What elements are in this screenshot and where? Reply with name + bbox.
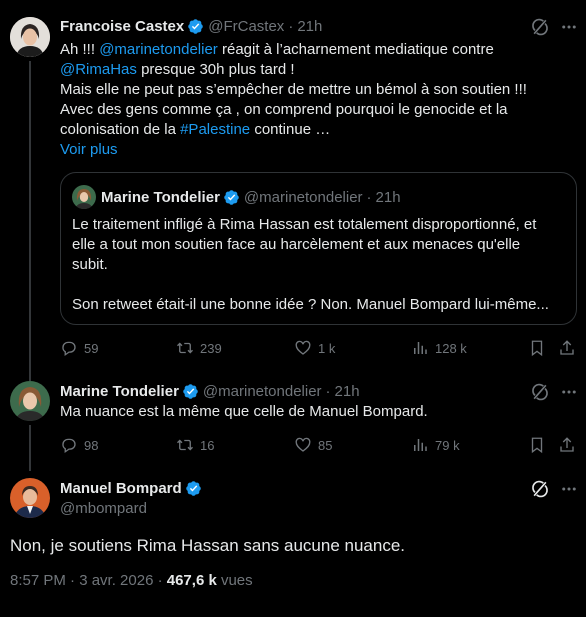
mention-link[interactable]: @RimaHas bbox=[60, 61, 137, 78]
reply-button[interactable]: 59 bbox=[60, 339, 98, 357]
quote-line: subit. bbox=[72, 256, 108, 273]
text: réagit à l’acharnement mediatique contre bbox=[217, 41, 494, 58]
separator-dot: · bbox=[325, 382, 331, 400]
author-handle[interactable]: @mbompard bbox=[60, 500, 147, 517]
text: presque 30h plus tard ! bbox=[136, 61, 295, 78]
grok-icon[interactable] bbox=[530, 479, 550, 499]
author-name[interactable]: Marine Tondelier bbox=[60, 383, 179, 400]
tweet1-line: colonisation de la #Palestine continue … bbox=[60, 120, 580, 140]
tweet-date[interactable]: 8:57 PM · 3 avr. 2026 · bbox=[10, 572, 167, 589]
quote-author-handle: @marinetondelier bbox=[243, 188, 363, 206]
verified-icon bbox=[224, 189, 239, 205]
avatar-image bbox=[10, 381, 50, 421]
grok-icon[interactable] bbox=[530, 17, 550, 37]
tweet1-header: Francoise Castex @FrCastex · 21h bbox=[60, 16, 322, 36]
like-icon bbox=[295, 437, 311, 452]
tweet2-header: Marine Tondelier @marinetondelier · 21h bbox=[60, 381, 360, 401]
views-button[interactable]: 79 k bbox=[411, 436, 460, 454]
retweet-icon bbox=[177, 342, 193, 354]
reply-icon bbox=[62, 438, 76, 454]
see-more-link[interactable]: Voir plus bbox=[60, 140, 580, 160]
text: Ah !!! bbox=[60, 41, 100, 58]
quoted-tweet[interactable]: Marine Tondelier @marinetondelier · 21h … bbox=[60, 172, 577, 325]
author-name[interactable]: Francoise Castex bbox=[60, 18, 184, 35]
tweet1-line: @RimaHas presque 30h plus tard ! bbox=[60, 60, 580, 80]
tweet1-line: Avec des gens comme ça , on comprend pou… bbox=[60, 101, 508, 118]
author-handle[interactable]: @marinetondelier bbox=[203, 383, 322, 400]
author-name[interactable]: Manuel Bompard bbox=[60, 480, 182, 497]
quote-body: Le traitement infligé à Rima Hassan est … bbox=[72, 215, 572, 315]
avatar-manuel-bompard[interactable] bbox=[10, 478, 50, 518]
bookmark-icon[interactable] bbox=[528, 339, 546, 357]
views-icon bbox=[414, 342, 427, 354]
tweet-time[interactable]: 21h bbox=[335, 383, 360, 400]
like-button[interactable]: 85 bbox=[294, 436, 332, 454]
grok-icon[interactable] bbox=[530, 382, 550, 402]
views-button[interactable]: 128 k bbox=[411, 339, 467, 357]
retweet-button[interactable]: 239 bbox=[176, 339, 222, 357]
avatar-image bbox=[10, 17, 50, 57]
avatar-marine-tondelier[interactable] bbox=[10, 381, 50, 421]
avatar-francoise-castex[interactable] bbox=[10, 17, 50, 57]
like-icon bbox=[295, 340, 311, 355]
like-count: 85 bbox=[318, 437, 333, 453]
retweet-count: 239 bbox=[200, 340, 222, 356]
bookmark-icon[interactable] bbox=[528, 436, 546, 454]
verified-icon bbox=[188, 18, 203, 34]
retweet-button[interactable]: 16 bbox=[176, 436, 214, 454]
views-label: vues bbox=[216, 572, 253, 589]
quote-line: Son retweet était-il une bonne idée ? No… bbox=[72, 296, 549, 313]
quote-author-name: Marine Tondelier bbox=[101, 188, 220, 206]
avatar-image bbox=[72, 185, 96, 209]
more-icon[interactable] bbox=[560, 480, 578, 498]
verified-icon bbox=[183, 383, 198, 399]
reply-icon bbox=[62, 341, 76, 357]
reply-count: 59 bbox=[84, 340, 99, 356]
views-count: 79 k bbox=[435, 437, 460, 453]
views-count: 467,6 k bbox=[166, 572, 217, 589]
views-icon bbox=[414, 439, 427, 451]
like-button[interactable]: 1 k bbox=[294, 339, 335, 357]
tweet1-line: Mais elle ne peut pas s’empêcher de mett… bbox=[60, 81, 527, 98]
quote-line: Le traitement infligé à Rima Hassan est … bbox=[72, 216, 537, 233]
quote-header: Marine Tondelier @marinetondelier · 21h bbox=[101, 187, 401, 207]
avatar-image bbox=[10, 478, 50, 518]
more-icon[interactable] bbox=[560, 18, 578, 36]
author-handle[interactable]: @FrCastex bbox=[208, 18, 284, 35]
retweet-count: 16 bbox=[200, 437, 215, 453]
reply-button[interactable]: 98 bbox=[60, 436, 98, 454]
text: colonisation de la bbox=[60, 121, 181, 138]
tweet2-body: Ma nuance est la même que celle de Manue… bbox=[60, 403, 428, 420]
retweet-icon bbox=[177, 439, 193, 451]
quote-time: 21h bbox=[375, 188, 401, 206]
tweet1-line: Ah !!! @marinetondelier réagit à l’achar… bbox=[60, 40, 580, 60]
thread-line bbox=[29, 61, 31, 381]
more-icon[interactable] bbox=[560, 383, 578, 401]
tweet-time[interactable]: 21h bbox=[297, 18, 322, 35]
avatar-marine-tondelier-small bbox=[72, 185, 96, 209]
text: continue … bbox=[250, 121, 331, 138]
verified-icon bbox=[185, 480, 201, 496]
tweet3-body: Non, je soutiens Rima Hassan sans aucune… bbox=[10, 536, 406, 555]
separator-dot: · bbox=[288, 17, 294, 35]
share-icon[interactable] bbox=[558, 436, 576, 454]
separator-dot: · bbox=[366, 188, 372, 206]
thread-line bbox=[29, 425, 31, 471]
quote-line: elle a tout mon soutien face au harcèlem… bbox=[72, 236, 521, 253]
hashtag-link[interactable]: #Palestine bbox=[180, 121, 250, 138]
mention-link[interactable]: @marinetondelier bbox=[99, 41, 218, 58]
tweet3-meta: 8:57 PM · 3 avr. 2026 · 467,6 k vues bbox=[10, 572, 253, 589]
like-count: 1 k bbox=[318, 340, 336, 356]
reply-count: 98 bbox=[84, 437, 99, 453]
tweet3-header: Manuel Bompard bbox=[60, 478, 202, 498]
tweet1-body: Ah !!! @marinetondelier réagit à l’achar… bbox=[60, 40, 580, 160]
share-icon[interactable] bbox=[558, 339, 576, 357]
views-count: 128 k bbox=[435, 340, 467, 356]
